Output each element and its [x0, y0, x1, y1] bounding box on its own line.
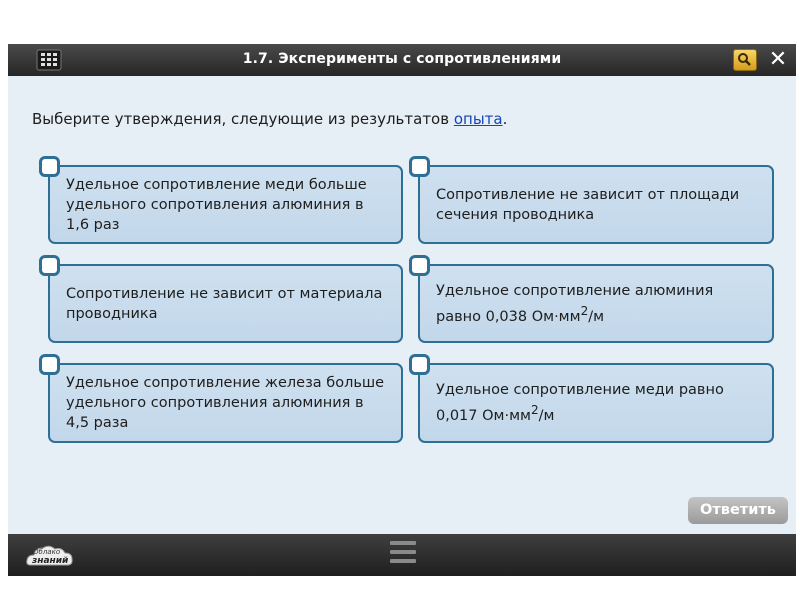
option-checkbox-6[interactable]	[409, 354, 430, 375]
prompt-text: Выберите утверждения, следующие из резул…	[32, 110, 454, 128]
option-card-2[interactable]: Сопротивление не зависит от площади сече…	[409, 156, 774, 244]
option-card-4[interactable]: Удельное сопротивление алюминия равно 0,…	[409, 255, 774, 343]
option-text-5: Удельное сопротивление железа больше уде…	[66, 375, 385, 431]
option-card-5[interactable]: Удельное сопротивление железа больше уде…	[39, 354, 403, 443]
option-text-6-sup: 2	[530, 403, 539, 418]
close-button[interactable]: ✕	[764, 47, 792, 73]
title-bar: 1.7. Эксперименты с сопротивлениями ✕	[8, 44, 796, 76]
option-text-6-unit: /м	[538, 407, 555, 424]
option-text-6-main: Удельное сопротивление меди равно 0,017 …	[436, 382, 724, 424]
question-prompt: Выберите утверждения, следующие из резул…	[32, 110, 507, 128]
option-checkbox-3[interactable]	[39, 255, 60, 276]
option-checkbox-2[interactable]	[409, 156, 430, 177]
option-card-3[interactable]: Сопротивление не зависит от материала пр…	[39, 255, 403, 343]
option-text-1: Удельное сопротивление меди больше удель…	[66, 176, 367, 233]
bottom-bar: Облако знаний	[8, 534, 796, 576]
prompt-suffix: .	[502, 110, 508, 128]
option-text-6: Удельное сопротивление меди равно 0,017 …	[436, 380, 762, 426]
page-title: 1.7. Эксперименты с сопротивлениями	[242, 51, 562, 67]
oblako-znaniy-logo[interactable]: Облако знаний	[24, 539, 76, 571]
answer-button[interactable]: Ответить	[688, 497, 788, 524]
option-checkbox-1[interactable]	[39, 156, 60, 177]
option-text-3: Сопротивление не зависит от материала пр…	[66, 285, 383, 322]
option-text-4-unit: /м	[588, 308, 605, 325]
option-card-1[interactable]: Удельное сопротивление меди больше удель…	[39, 156, 403, 244]
magnifier-icon	[738, 53, 751, 66]
option-card-6[interactable]: Удельное сопротивление меди равно 0,017 …	[409, 354, 774, 443]
option-checkbox-5[interactable]	[39, 354, 60, 375]
search-button[interactable]	[733, 49, 757, 71]
logo-line-2: знаний	[32, 556, 69, 566]
option-checkbox-4[interactable]	[409, 255, 430, 276]
option-text-4-main: Удельное сопротивление алюминия равно 0,…	[436, 282, 714, 325]
app-window: 1.7. Эксперименты с сопротивлениями ✕ Вы…	[8, 44, 796, 576]
experiment-link[interactable]: опыта	[454, 110, 503, 128]
logo-line-1: Облако	[33, 548, 61, 556]
option-text-4: Удельное сопротивление алюминия равно 0,…	[436, 281, 762, 327]
handle-icon[interactable]	[390, 541, 416, 569]
option-text-2: Сопротивление не зависит от площади сече…	[436, 186, 740, 223]
close-icon: ✕	[768, 47, 788, 72]
